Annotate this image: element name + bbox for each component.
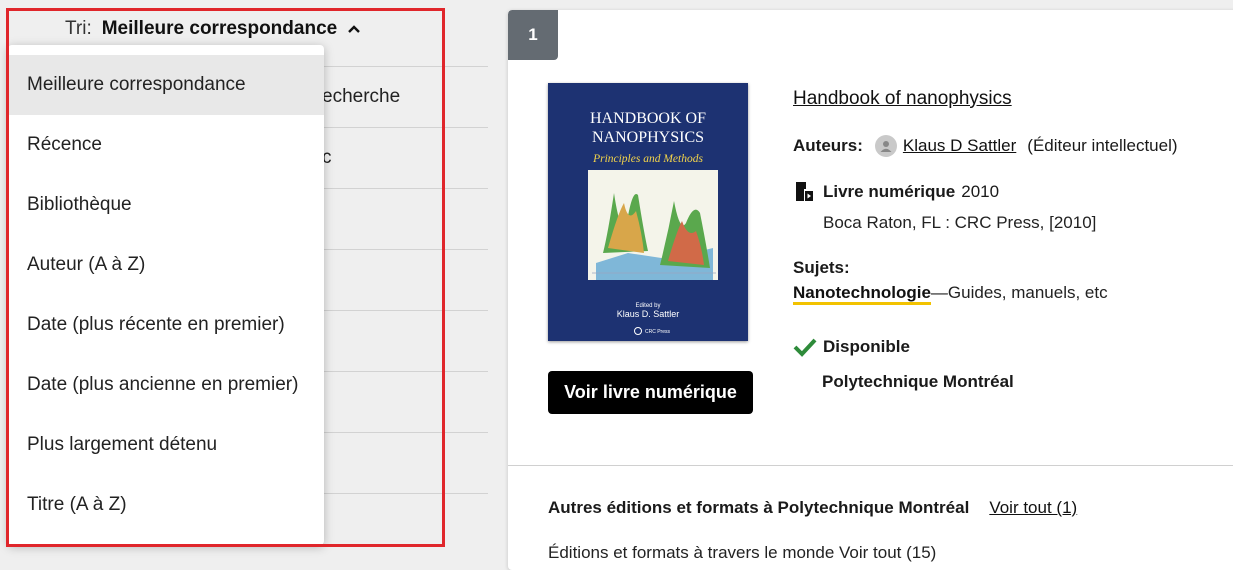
other-editions: Autres éditions et formats à Polytechniq… [548,498,1077,518]
result-card: 1 HANDBOOK OF NANOPHYSICS Principles and… [508,10,1233,570]
sort-panel: Tri: Meilleure correspondance echerche c… [0,0,490,552]
authors-label: Auteurs: [793,136,863,155]
sort-dropdown: Meilleure correspondance Récence Bibliot… [8,45,324,545]
format-label: Livre numérique [823,182,956,201]
author-link[interactable]: Klaus D Sattler [903,136,1016,156]
publisher: Boca Raton, FL : CRC Press, [2010] [823,213,1097,232]
sort-option-date-newest[interactable]: Date (plus récente en premier) [8,295,324,355]
other-editions-label: Autres éditions et formats à Polytechniq… [548,498,970,517]
sort-option-title[interactable]: Titre (A à Z) [8,475,324,535]
view-ebook-button[interactable]: Voir livre numérique [548,371,753,414]
subjects-label: Sujets: [793,258,850,277]
sort-option-recency[interactable]: Récence [8,115,324,175]
availability: Disponible [793,337,910,357]
author-role: (Éditeur intellectuel) [1027,136,1178,155]
holding-library: Polytechnique Montréal [822,372,1014,391]
person-icon [874,135,897,157]
availability-status: Disponible [823,337,910,356]
sort-control[interactable]: Tri: Meilleure correspondance [65,18,361,40]
cover-title-line2: NANOPHYSICS [592,129,704,146]
sort-option-library[interactable]: Bibliothèque [8,175,324,235]
book-cover-art: HANDBOOK OF NANOPHYSICS Principles and M… [548,83,748,341]
see-all-editions-link[interactable]: Voir tout (1) [989,498,1077,518]
ebook-icon [796,182,813,201]
sort-option-author[interactable]: Auteur (A à Z) [8,235,324,295]
cover-title-line1: HANDBOOK OF [590,110,706,127]
publication-year: 2010 [961,182,1000,201]
sort-option-date-oldest[interactable]: Date (plus ancienne en premier) [8,355,324,415]
result-title-link[interactable]: Handbook of nanophysics [793,88,1012,110]
subject-subdivision: —Guides, manuels, etc [930,283,1108,302]
book-cover[interactable]: HANDBOOK OF NANOPHYSICS Principles and M… [548,83,748,341]
cover-publisher-logo: CRC Press [645,329,671,335]
worldwide-editions-line: Éditions et formats à travers le monde V… [548,543,937,562]
format-row: Livre numérique 2010 [793,181,999,203]
sort-value[interactable]: Meilleure correspondance [102,18,337,40]
sort-option-most-held[interactable]: Plus largement détenu [8,415,324,475]
section-divider [508,465,1233,466]
subjects-row: Nanotechnologie—Guides, manuels, etc [793,283,1108,305]
authors-row: Auteurs: Klaus D Sattler (Éditeur intell… [793,135,1178,157]
sort-option-best-match[interactable]: Meilleure correspondance [8,55,324,115]
cover-editor: Klaus D. Sattler [617,309,680,319]
checkmark-icon [793,338,817,357]
background-row-text: echerche [322,86,401,107]
chevron-up-icon[interactable] [347,22,361,36]
sort-label: Tri: [65,18,92,39]
cover-subtitle: Principles and Methods [592,153,703,165]
result-rank: 1 [508,10,558,60]
subject-link[interactable]: Nanotechnologie [793,283,931,305]
